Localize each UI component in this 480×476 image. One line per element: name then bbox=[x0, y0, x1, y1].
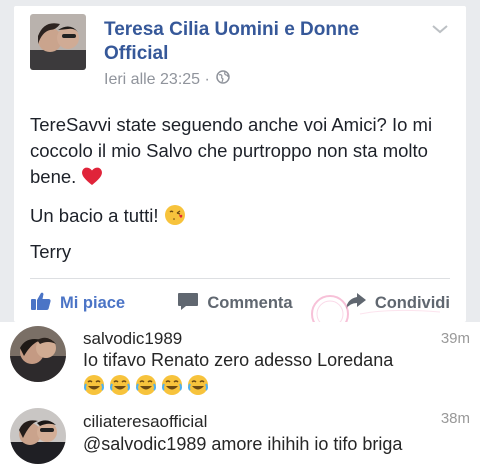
globe-icon bbox=[216, 70, 230, 89]
facebook-post: Teresa Cilia Uomini e Donne Official Ier… bbox=[14, 6, 466, 322]
author-avatar[interactable] bbox=[30, 14, 86, 70]
instagram-comments: salvodic1989 39m Io tifavo Renato zero a… bbox=[0, 322, 480, 476]
commenter-avatar[interactable] bbox=[10, 408, 66, 464]
post-timestamp[interactable]: Ieri alle 23:25 · bbox=[104, 71, 210, 89]
comment-bubble-icon bbox=[177, 291, 199, 316]
comment-username[interactable]: ciliateresaofficial bbox=[83, 412, 207, 432]
post-body: TereSavvi state seguendo anche voi Amici… bbox=[30, 112, 455, 265]
post-paragraph: TereSavvi state seguendo anche voi Amici… bbox=[30, 112, 455, 193]
post-meta: Ieri alle 23:25 · bbox=[104, 70, 230, 89]
post-paragraph: Terry bbox=[30, 239, 455, 265]
action-divider bbox=[30, 278, 450, 279]
joy-face-icon bbox=[110, 375, 130, 395]
like-label: Mi piace bbox=[60, 293, 126, 312]
comment-time: 38m bbox=[440, 410, 470, 427]
heart-icon bbox=[81, 166, 103, 193]
comment-username[interactable]: salvodic1989 bbox=[83, 329, 182, 349]
post-paragraph: Un bacio a tutti! bbox=[30, 203, 455, 233]
comment-label: Commenta bbox=[207, 293, 293, 312]
comment-time: 39m bbox=[440, 330, 470, 347]
kiss-face-icon bbox=[164, 204, 186, 233]
joy-face-icon bbox=[162, 375, 182, 395]
chevron-down-icon[interactable] bbox=[430, 22, 450, 36]
comment-text: Io tifavo Renato zero adesso Loredana bbox=[83, 350, 394, 370]
commenter-avatar[interactable] bbox=[10, 326, 66, 382]
joy-face-icon bbox=[84, 375, 104, 395]
post-paragraph-text: Un bacio a tutti! bbox=[30, 205, 159, 226]
post-paragraph-text: Terry bbox=[30, 241, 72, 262]
joy-face-icon bbox=[188, 375, 208, 395]
joy-face-icon bbox=[136, 375, 156, 395]
comment-text: @salvodic1989 amore ihihih io tifo briga bbox=[83, 434, 403, 454]
comment-button[interactable]: Commenta bbox=[177, 291, 293, 316]
post-author-name[interactable]: Teresa Cilia Uomini e Donne Official bbox=[104, 18, 404, 66]
thumbs-up-icon bbox=[30, 291, 52, 316]
comment-emoji-row bbox=[83, 374, 209, 396]
like-button[interactable]: Mi piace bbox=[30, 291, 125, 316]
